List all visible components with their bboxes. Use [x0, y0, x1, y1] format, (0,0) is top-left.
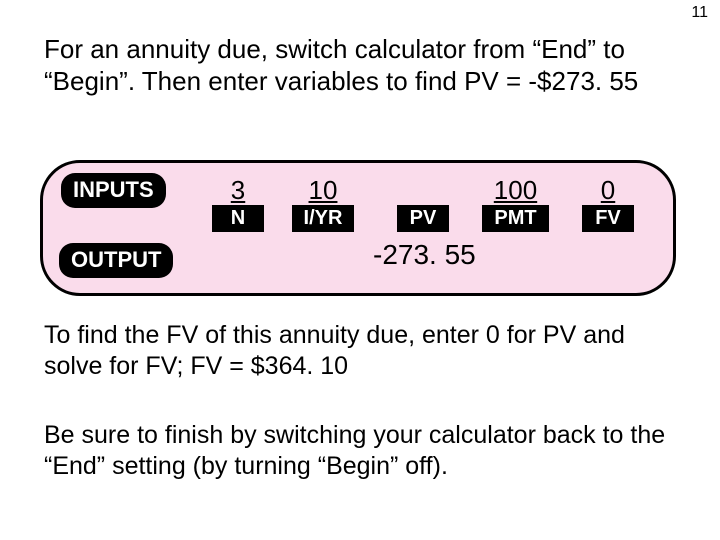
key-iyr: I/YR [292, 205, 355, 232]
key-pv: PV [397, 205, 449, 232]
key-pmt: PMT [482, 205, 548, 232]
output-value: -273. 55 [373, 239, 476, 271]
page-number: 11 [691, 4, 708, 22]
value-n: 3 [231, 175, 245, 205]
value-pmt: 100 [494, 175, 537, 205]
input-keys-row: N I/YR PV PMT FV [203, 205, 653, 235]
calculator-panel: INPUTS OUTPUT 3 10 100 0 N I/YR PV PMT F… [40, 160, 676, 296]
intro-text: For an annuity due, switch calculator fr… [44, 34, 680, 97]
paragraph-fv: To find the FV of this annuity due, ente… [44, 320, 690, 383]
key-fv: FV [582, 205, 634, 232]
inputs-badge: INPUTS [61, 173, 166, 208]
output-badge: OUTPUT [59, 243, 173, 278]
value-iyr: 10 [309, 175, 338, 205]
input-values-row: 3 10 100 0 [203, 175, 653, 205]
paragraph-end-setting: Be sure to finish by switching your calc… [44, 420, 690, 483]
key-n: N [212, 205, 264, 232]
value-fv: 0 [601, 175, 615, 205]
